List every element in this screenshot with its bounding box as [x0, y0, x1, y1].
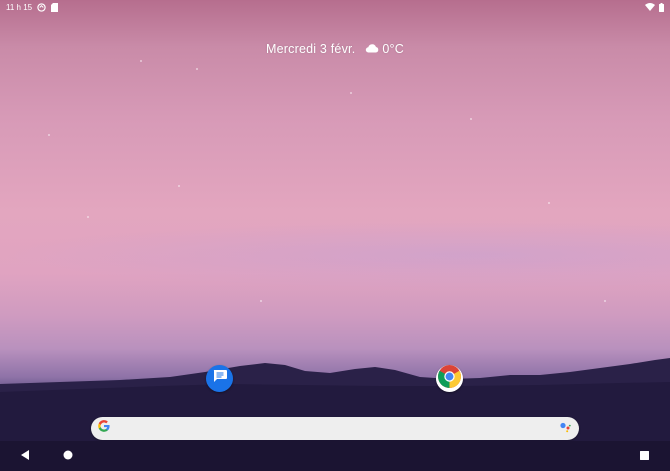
status-bar[interactable]: 11 h 15 [0, 0, 670, 14]
temperature-text: 0°C [382, 42, 404, 56]
messages-icon [212, 369, 228, 388]
status-left: 11 h 15 [6, 2, 59, 12]
status-time: 11 h 15 [6, 2, 33, 12]
recents-square-icon [639, 447, 649, 465]
sd-card-icon [51, 2, 59, 12]
at-a-glance-widget[interactable]: Mercredi 3 févr. 0°C [0, 42, 670, 56]
home-screen: 11 h 15 Mercredi 3 févr. 0°C [0, 0, 670, 471]
chrome-app-icon[interactable] [436, 364, 463, 394]
weather[interactable]: 0°C [365, 42, 404, 56]
google-g-logo-icon[interactable] [97, 419, 111, 438]
date-text[interactable]: Mercredi 3 févr. [266, 42, 355, 56]
navigation-bar [0, 441, 670, 471]
chrome-icon [437, 364, 462, 394]
status-right [645, 2, 664, 12]
messages-app-icon[interactable] [206, 365, 233, 392]
wifi-icon [645, 3, 655, 11]
battery-icon [659, 2, 664, 12]
google-assistant-icon[interactable] [559, 420, 571, 438]
home-circle-icon [63, 447, 73, 465]
cloud-icon [365, 42, 379, 56]
sync-icon [37, 2, 46, 12]
home-button[interactable] [60, 448, 76, 464]
back-triangle-icon [21, 447, 29, 465]
mountain-silhouette [0, 358, 670, 471]
back-button[interactable] [17, 448, 33, 464]
google-search-bar[interactable] [91, 417, 579, 440]
recents-button[interactable] [636, 448, 652, 464]
